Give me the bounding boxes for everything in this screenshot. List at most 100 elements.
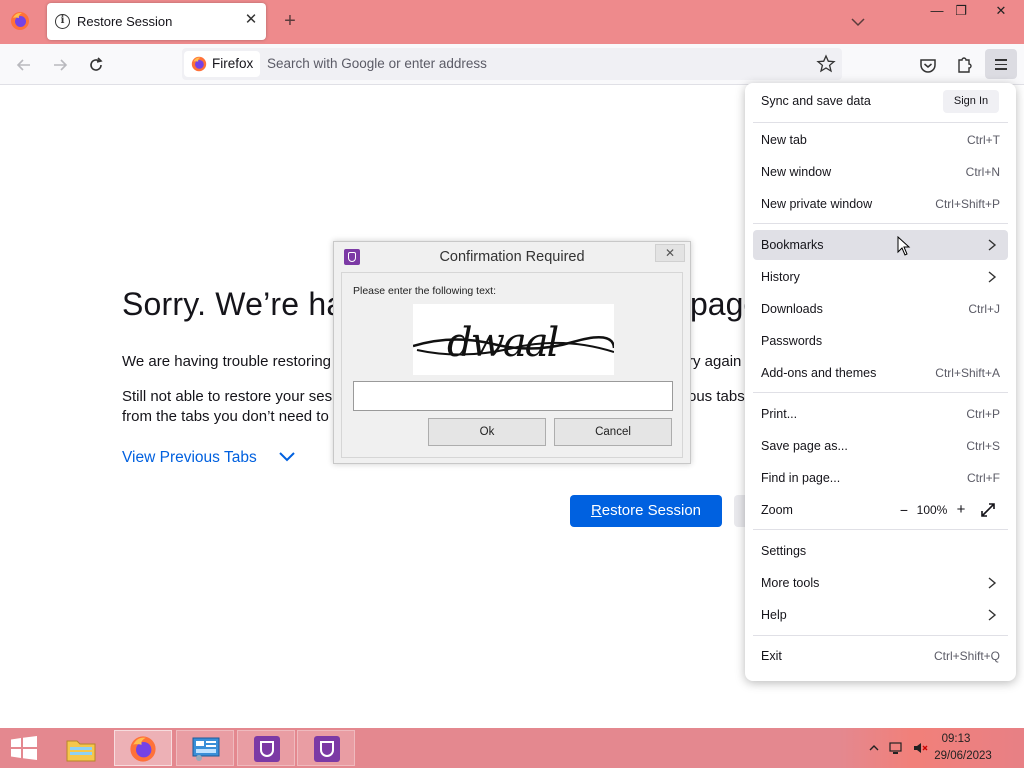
menu-item-addons-themes[interactable]: Add-ons and themes Ctrl+Shift+A xyxy=(753,358,1008,388)
taskbar-firefox[interactable] xyxy=(114,730,172,766)
firefox-logo-icon xyxy=(191,56,207,72)
menu-item-zoom: Zoom − 100% + xyxy=(753,495,1008,525)
menu-item-help[interactable]: Help xyxy=(753,600,1008,630)
zoom-out-button[interactable]: − xyxy=(894,500,914,520)
menu-item-passwords[interactable]: Passwords xyxy=(753,326,1008,356)
dialog-body: Please enter the following text: dwaal O… xyxy=(341,272,683,458)
chevron-down-icon[interactable] xyxy=(848,12,868,32)
restore-session-button[interactable]: Restore Session xyxy=(570,495,722,527)
identity-chip[interactable]: Firefox xyxy=(184,51,260,77)
tab-close-icon[interactable]: ✕ xyxy=(242,11,260,29)
sync-label: Sync and save data xyxy=(761,94,871,108)
tab-restore-session[interactable]: i Restore Session ✕ xyxy=(47,3,266,40)
ok-button[interactable]: Ok xyxy=(428,418,546,446)
menu-item-shortcut: Ctrl+Shift+P xyxy=(935,197,1000,211)
restore-button-mnemonic: R xyxy=(590,502,602,519)
menu-item-label: History xyxy=(761,270,800,284)
view-previous-tabs-link[interactable]: View Previous Tabs xyxy=(122,449,257,467)
menu-item-label: New tab xyxy=(761,133,807,147)
app-shield-icon xyxy=(314,736,340,762)
forward-arrow-icon[interactable] xyxy=(47,52,73,78)
menu-item-exit[interactable]: Exit Ctrl+Shift+Q xyxy=(753,641,1008,671)
menu-item-settings[interactable]: Settings xyxy=(753,536,1008,566)
pocket-icon[interactable] xyxy=(915,52,941,78)
menu-item-save-page[interactable]: Save page as... Ctrl+S xyxy=(753,431,1008,461)
menu-item-label: Find in page... xyxy=(761,471,841,485)
zoom-in-button[interactable]: + xyxy=(951,500,971,520)
chevron-right-icon xyxy=(988,239,997,251)
menu-item-shortcut: Ctrl+T xyxy=(967,133,1000,147)
taskbar-app-shield-2[interactable] xyxy=(297,730,355,766)
control-panel-icon xyxy=(192,737,220,761)
fullscreen-icon[interactable] xyxy=(979,501,997,519)
menu-item-new-tab[interactable]: New tab Ctrl+T xyxy=(753,125,1008,155)
menu-item-label: Save page as... xyxy=(761,439,848,453)
menu-item-shortcut: Ctrl+S xyxy=(966,439,1000,453)
menu-item-history[interactable]: History xyxy=(753,262,1008,292)
menu-separator xyxy=(753,635,1008,636)
chip-label: Firefox xyxy=(212,56,254,71)
menu-separator xyxy=(753,392,1008,393)
menu-item-label: More tools xyxy=(761,576,820,590)
reload-icon[interactable] xyxy=(83,52,109,78)
menu-item-new-private-window[interactable]: New private window Ctrl+Shift+P xyxy=(753,189,1008,219)
dialog-close-button[interactable]: ✕ xyxy=(655,244,685,262)
menu-item-shortcut: Ctrl+F xyxy=(967,471,1000,485)
app-menu-button[interactable] xyxy=(985,49,1017,79)
clock-date[interactable]: 29/06/2023 xyxy=(920,750,1006,762)
back-arrow-icon[interactable] xyxy=(11,52,37,78)
menu-item-new-window[interactable]: New window Ctrl+N xyxy=(753,157,1008,187)
search-input[interactable]: Search with Google or enter address xyxy=(267,56,487,71)
menu-separator xyxy=(753,529,1008,530)
url-bar[interactable]: Firefox Search with Google or enter addr… xyxy=(182,48,842,80)
menu-item-label: Settings xyxy=(761,544,807,558)
clock-time[interactable]: 09:13 xyxy=(921,733,991,745)
windows-start-icon[interactable] xyxy=(10,736,38,760)
sign-in-button[interactable]: Sign In xyxy=(943,90,999,113)
menu-item-bookmarks[interactable]: Bookmarks xyxy=(753,230,1008,260)
taskbar-control-panel[interactable] xyxy=(176,730,234,766)
dialog-prompt: Please enter the following text: xyxy=(353,285,497,297)
menu-item-label: New window xyxy=(761,165,832,179)
menu-item-print[interactable]: Print... Ctrl+P xyxy=(753,399,1008,429)
description-line-1: We are having trouble restoring xyxy=(122,353,332,370)
description-line-1-tail: ry again xyxy=(688,353,742,370)
chevron-right-icon xyxy=(988,609,997,621)
menu-item-more-tools[interactable]: More tools xyxy=(753,568,1008,598)
close-window-button[interactable]: ✕ xyxy=(984,0,1018,22)
menu-separator xyxy=(753,122,1008,123)
menu-item-label: Help xyxy=(761,608,787,622)
captcha-text: dwaal xyxy=(447,320,559,366)
cancel-button[interactable]: Cancel xyxy=(554,418,672,446)
tab-title: Restore Session xyxy=(77,14,173,29)
dialog-titlebar[interactable]: Confirmation Required ✕ xyxy=(334,242,690,272)
menu-item-label: Print... xyxy=(761,407,798,421)
extensions-icon[interactable] xyxy=(951,52,977,78)
captcha-input[interactable] xyxy=(353,381,673,411)
taskbar-app-shield-1[interactable] xyxy=(237,730,295,766)
chevron-down-icon[interactable] xyxy=(278,448,296,466)
menu-item-shortcut: Ctrl+Shift+A xyxy=(935,366,1000,380)
menu-item-shortcut: Ctrl+N xyxy=(965,165,1000,179)
menu-item-label: New private window xyxy=(761,197,873,211)
app-shield-icon xyxy=(254,736,280,762)
menu-item-shortcut: Ctrl+J xyxy=(968,302,1000,316)
menu-item-downloads[interactable]: Downloads Ctrl+J xyxy=(753,294,1008,324)
firefox-logo-icon[interactable] xyxy=(10,11,30,31)
new-tab-button[interactable]: + xyxy=(280,10,300,32)
captcha-image: dwaal xyxy=(413,304,614,375)
confirmation-dialog: Confirmation Required ✕ Please enter the… xyxy=(333,241,691,464)
bookmark-star-icon[interactable] xyxy=(816,54,836,74)
menu-item-find-in-page[interactable]: Find in page... Ctrl+F xyxy=(753,463,1008,493)
network-icon[interactable] xyxy=(888,741,904,755)
chevron-up-icon[interactable] xyxy=(866,741,882,755)
menu-item-label: Exit xyxy=(761,649,782,663)
zoom-level[interactable]: 100% xyxy=(912,503,952,517)
menu-separator xyxy=(753,223,1008,224)
restore-window-button[interactable]: ❐ xyxy=(944,0,978,22)
folder-icon xyxy=(66,740,96,762)
description-line-3: from the tabs you don’t need to xyxy=(122,408,329,425)
dialog-title: Confirmation Required xyxy=(439,249,585,265)
taskbar-file-explorer[interactable] xyxy=(52,730,110,766)
app-menu-panel: Sync and save data Sign In New tab Ctrl+… xyxy=(745,83,1016,681)
